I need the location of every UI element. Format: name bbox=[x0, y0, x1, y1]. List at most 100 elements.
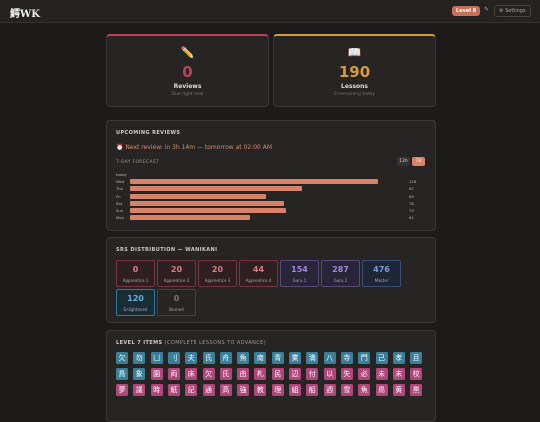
item-tile-kanji[interactable]: 以 bbox=[323, 368, 336, 380]
item-tile-radical[interactable]: 魚 bbox=[237, 352, 250, 364]
item-tile-radical[interactable]: 刂 bbox=[167, 352, 180, 364]
forecast-bar-row: Sun 79 bbox=[116, 208, 422, 213]
item-tile-radical[interactable]: 南 bbox=[254, 352, 267, 364]
item-tile-kanji[interactable]: 鳥 bbox=[375, 384, 388, 396]
srs-stage-count: 20 bbox=[170, 265, 183, 274]
item-tile-radical[interactable]: 氏 bbox=[202, 352, 215, 364]
srs-stage-box[interactable]: 154 Guru 1 bbox=[280, 260, 319, 287]
item-tile-kanji[interactable]: 夢 bbox=[116, 384, 128, 396]
item-tile-kanji[interactable]: 校 bbox=[410, 368, 423, 380]
item-tile-kanji[interactable]: 未 bbox=[375, 368, 388, 380]
item-tile-kanji[interactable]: 付 bbox=[306, 368, 319, 380]
bar-day-label: Mon bbox=[116, 215, 125, 221]
item-tile-kanji[interactable]: 週 bbox=[323, 384, 336, 396]
srs-stage-box[interactable]: 20 Apprentice 2 bbox=[157, 260, 196, 287]
lessons-sub: 0 remaining today bbox=[333, 92, 376, 97]
srs-stage-box[interactable]: 476 Master bbox=[362, 260, 401, 287]
srs-stage-box[interactable]: 20 Apprentice 3 bbox=[198, 260, 237, 287]
reviews-card[interactable]: ✏️ 0 Reviews Due right now bbox=[106, 34, 269, 107]
item-tile-kanji[interactable]: 末 bbox=[392, 368, 405, 380]
item-tile-kanji[interactable]: 氏 bbox=[219, 368, 232, 380]
forecast-bar bbox=[130, 193, 267, 199]
upcoming-reviews-panel: UPCOMING REVIEWS ⏰ Next review: in 3h 14… bbox=[106, 120, 436, 231]
lessons-count: 190 bbox=[338, 63, 371, 81]
section-title: UPCOMING REVIEWS bbox=[116, 130, 181, 136]
srs-stage-box[interactable]: 287 Guru 2 bbox=[321, 260, 360, 287]
lessons-label: Lessons bbox=[341, 83, 368, 90]
settings-button[interactable]: ⚙ Settings bbox=[494, 5, 531, 17]
lessons-card[interactable]: 📖 190 Lessons 0 remaining today bbox=[273, 34, 436, 107]
item-tile-radical[interactable]: 業 bbox=[289, 352, 301, 364]
item-tile-kanji[interactable]: 床 bbox=[185, 368, 198, 380]
srs-stage-label: Apprentice 3 bbox=[204, 278, 231, 283]
pencil-icon: ✏️ bbox=[180, 46, 195, 59]
item-tile-radical[interactable]: 夫 bbox=[185, 352, 198, 364]
item-tile-radical[interactable]: 勿 bbox=[133, 352, 146, 364]
item-tile-kanji[interactable]: 強 bbox=[237, 384, 250, 396]
item-tile-kanji[interactable]: 記 bbox=[185, 384, 198, 396]
item-tile-radical[interactable]: 凵 bbox=[150, 352, 163, 364]
item-tile-radical[interactable]: 鳥 bbox=[116, 368, 128, 380]
item-tile-radical[interactable]: 孝 bbox=[392, 352, 405, 364]
bar-day-label: today bbox=[116, 172, 127, 177]
forecast-bar-row: today bbox=[116, 172, 422, 177]
srs-stage-box[interactable]: 0 Burned bbox=[157, 289, 196, 316]
forecast-bar bbox=[130, 200, 284, 206]
item-tile-kanji[interactable]: 失 bbox=[340, 368, 353, 380]
toggle-12h[interactable]: 12h bbox=[397, 157, 410, 166]
item-tile-kanji[interactable]: 黄 bbox=[392, 384, 405, 396]
item-tile-kanji[interactable]: 理 bbox=[271, 384, 284, 396]
item-tile-kanji[interactable]: 札 bbox=[254, 368, 267, 380]
section-title: SRS DISTRIBUTION — WANIKANI bbox=[116, 247, 218, 253]
forecast-bar bbox=[130, 208, 286, 213]
srs-stage-label: Apprentice 1 bbox=[122, 278, 149, 283]
toggle-7d[interactable]: 7d bbox=[412, 157, 425, 166]
item-tile-radical[interactable]: 青 bbox=[271, 352, 284, 364]
item-tile-radical[interactable]: 象 bbox=[133, 368, 146, 380]
item-tile-radical[interactable]: 八 bbox=[323, 352, 336, 364]
srs-stage-label: Burned bbox=[169, 307, 184, 312]
bar-day-label: Fri bbox=[116, 193, 121, 199]
item-tile-kanji[interactable]: 園 bbox=[150, 368, 163, 380]
item-tile-kanji[interactable]: 紙 bbox=[167, 384, 180, 396]
pencil-icon[interactable]: ✎ bbox=[484, 6, 489, 13]
srs-stage-box[interactable]: 120 Enlightened bbox=[116, 289, 155, 316]
app-logo[interactable]: 鰐WK bbox=[10, 5, 40, 20]
srs-stage-box[interactable]: 44 Apprentice 4 bbox=[239, 260, 278, 287]
item-tile-kanji[interactable]: 黒 bbox=[410, 384, 423, 396]
reviews-count: 0 bbox=[182, 63, 193, 81]
item-tile-radical[interactable]: 寺 bbox=[340, 352, 353, 364]
srs-stage-count: 120 bbox=[127, 294, 144, 303]
item-tile-kanji[interactable]: 魚 bbox=[358, 384, 371, 396]
item-tile-kanji[interactable]: 船 bbox=[306, 384, 319, 396]
item-tile-radical[interactable]: 欠 bbox=[116, 352, 128, 364]
item-tile-radical[interactable]: 舟 bbox=[219, 352, 232, 364]
item-tile-kanji[interactable]: 教 bbox=[254, 384, 267, 396]
item-tile-radical[interactable]: 門 bbox=[358, 352, 371, 364]
item-tile-radical[interactable]: 己 bbox=[375, 352, 388, 364]
item-tile-radical[interactable]: 満 bbox=[306, 352, 319, 364]
item-tile-kanji[interactable]: 必 bbox=[358, 368, 371, 380]
srs-stage-label: Master bbox=[374, 278, 389, 283]
item-tile-kanji[interactable]: 議 bbox=[133, 384, 146, 396]
item-tile-kanji[interactable]: 辺 bbox=[289, 368, 301, 380]
reviews-sub: Due right now bbox=[171, 92, 204, 97]
item-tile-kanji[interactable]: 民 bbox=[271, 368, 284, 380]
level-badge[interactable]: Level 8 bbox=[452, 6, 481, 16]
top-bar: 鰐WK Level 8 ✎ ⚙ Settings bbox=[0, 0, 540, 23]
bar-day-label: Sat bbox=[116, 200, 123, 206]
item-tile-kanji[interactable]: 由 bbox=[237, 368, 250, 380]
forecast-bar bbox=[130, 215, 251, 221]
forecast-bar-row: Sat 78 bbox=[116, 200, 422, 206]
item-tile-kanji[interactable]: 欠 bbox=[202, 368, 215, 380]
item-tile-kanji[interactable]: 組 bbox=[289, 384, 301, 396]
item-tile-radical[interactable]: 且 bbox=[410, 352, 423, 364]
srs-stage-box[interactable]: 0 Apprentice 1 bbox=[116, 260, 155, 287]
item-tile-kanji[interactable]: 時 bbox=[150, 384, 163, 396]
item-tile-kanji[interactable]: 高 bbox=[219, 384, 232, 396]
item-tile-kanji[interactable]: 両 bbox=[167, 368, 180, 380]
forecast-bar-row: Wed 126 bbox=[116, 179, 422, 185]
item-tile-kanji[interactable]: 通 bbox=[202, 384, 215, 396]
item-tile-kanji[interactable]: 雪 bbox=[340, 384, 353, 396]
bar-value-label: 69 bbox=[409, 193, 414, 199]
